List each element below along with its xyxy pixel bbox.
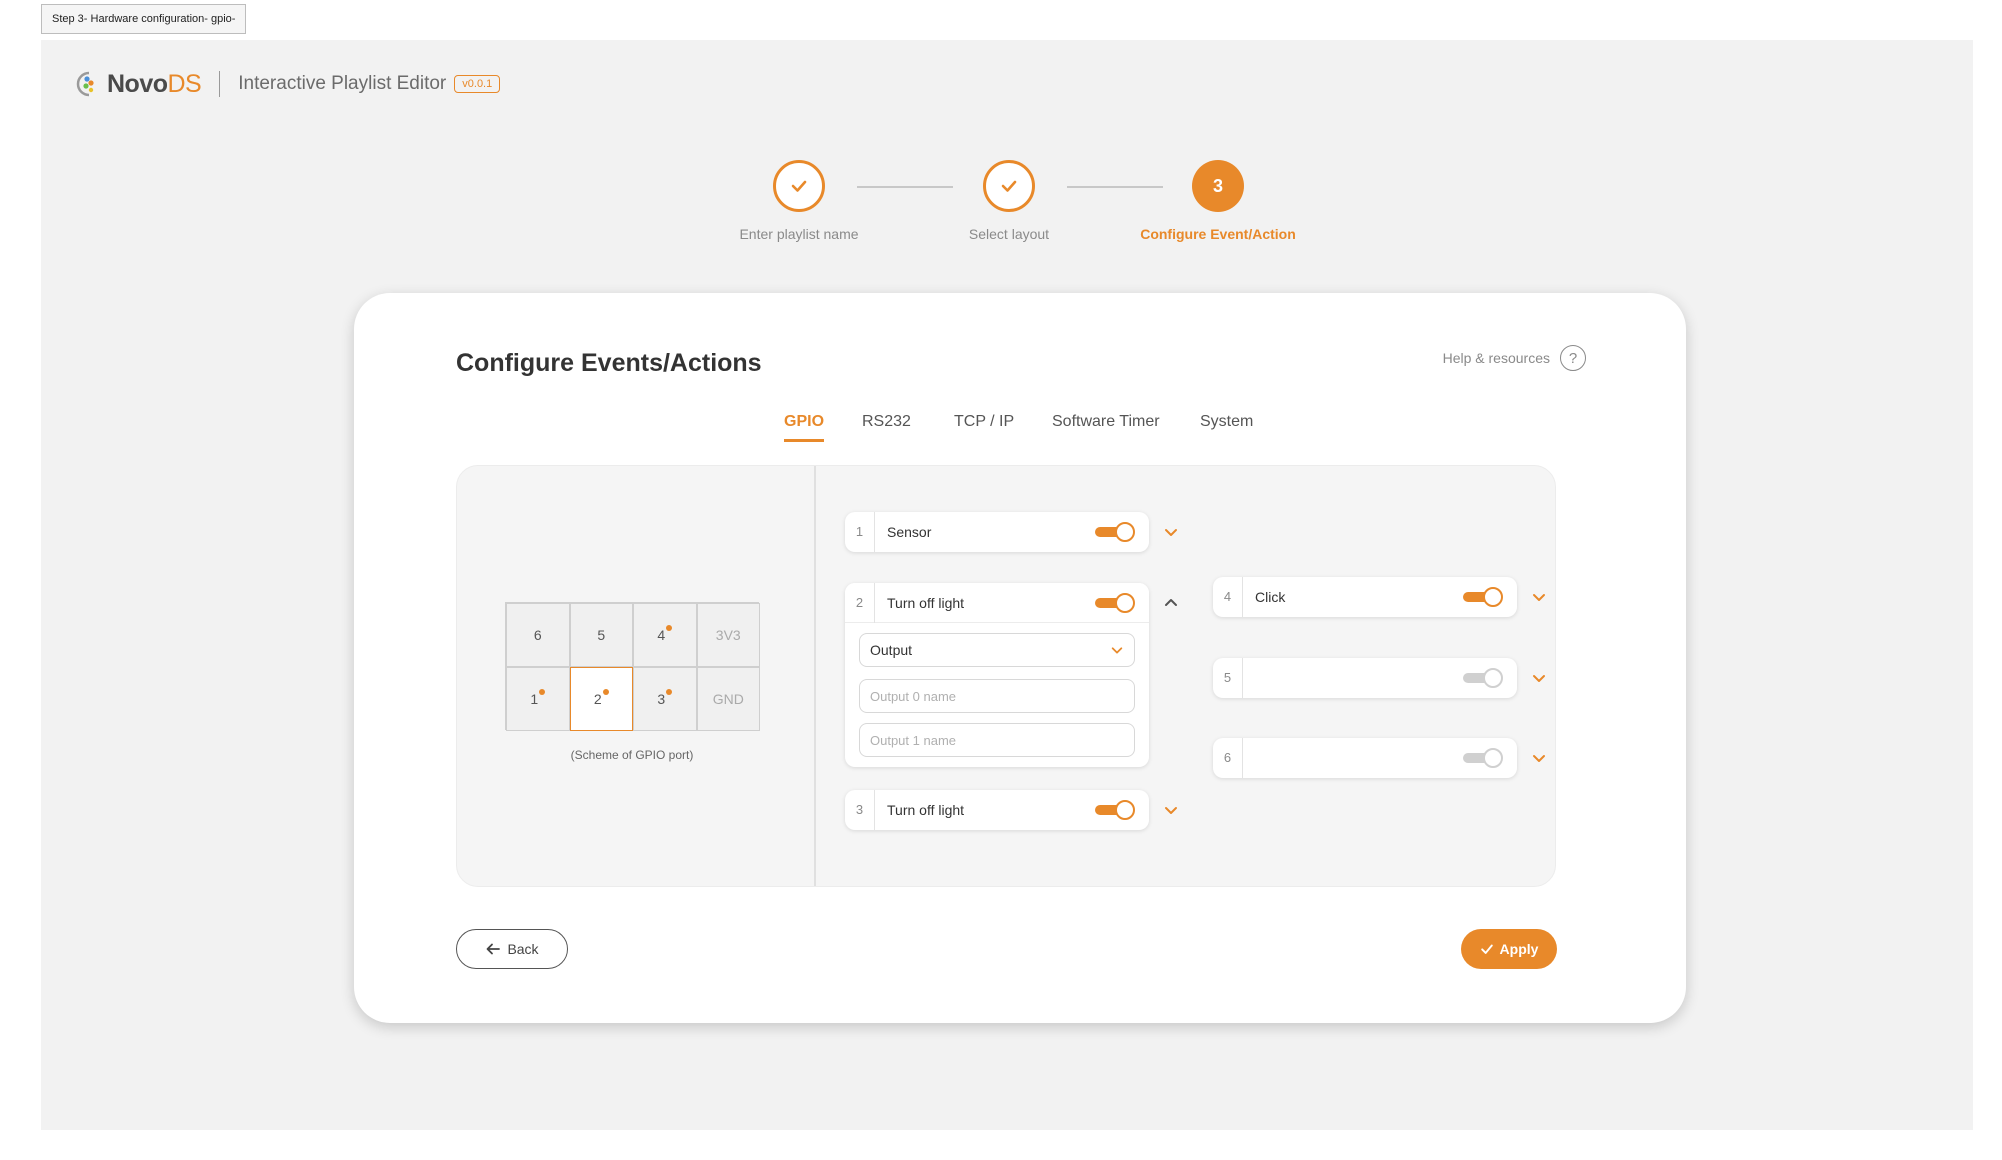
- pin-3[interactable]: 3: [633, 667, 697, 731]
- gpio-item-2: 2 Turn off light Output: [845, 582, 1177, 767]
- gpio-number: 6: [1213, 738, 1243, 778]
- event-tabs: GPIO RS232 TCP / IP Software Timer Syste…: [354, 413, 1686, 449]
- chevron-down-icon[interactable]: [1531, 670, 1547, 686]
- gpio-panel: 6 5 4 3V3 1 2 3 GND (Scheme of GPIO port…: [456, 465, 1556, 887]
- gpio-enable-toggle[interactable]: [1095, 800, 1135, 820]
- gpio-enable-toggle[interactable]: [1095, 592, 1135, 613]
- back-button[interactable]: Back: [456, 929, 568, 969]
- tab-rs232[interactable]: RS232: [862, 413, 911, 439]
- step-complete-indicator: [773, 160, 825, 212]
- gpio-item-4: 4 Click: [1213, 577, 1545, 617]
- gpio-mode-select[interactable]: Output: [859, 633, 1135, 667]
- panel-divider: [814, 466, 816, 886]
- step-select-layout[interactable]: Select layout: [909, 160, 1109, 242]
- gpio-name: Click: [1255, 589, 1286, 605]
- gpio-item-6: 6: [1213, 738, 1545, 778]
- pin-3v3: 3V3: [696, 603, 760, 667]
- step-label: Select layout: [968, 226, 1050, 242]
- gpio-enable-toggle[interactable]: [1463, 748, 1503, 768]
- gpio-item-5: 5: [1213, 658, 1545, 698]
- pin-4[interactable]: 4: [633, 603, 697, 667]
- brand-header: NovoDS Interactive Playlist Editor v0.0.…: [75, 66, 501, 102]
- scheme-caption: (Scheme of GPIO port): [570, 748, 694, 762]
- pin-gnd: GND: [696, 667, 760, 731]
- pin-2[interactable]: 2: [569, 667, 633, 731]
- check-icon: [1480, 944, 1493, 954]
- pin-5[interactable]: 5: [569, 603, 633, 667]
- configure-card: Configure Events/Actions Help & resource…: [354, 293, 1686, 1023]
- gpio-expanded-panel: 2 Turn off light Output: [845, 582, 1149, 767]
- gpio-enable-toggle[interactable]: [1463, 587, 1503, 607]
- frame-label: Step 3- Hardware configuration- gpio-: [41, 4, 247, 34]
- pin-active-dot: [666, 689, 673, 695]
- novods-logo-icon: [76, 71, 94, 97]
- pin-6[interactable]: 6: [506, 603, 570, 667]
- gpio-name: Turn off light: [887, 802, 965, 818]
- gpio-mode-value: Output: [870, 642, 913, 658]
- gpio-row[interactable]: 4 Click: [1213, 577, 1517, 617]
- pin-active-dot: [539, 689, 546, 695]
- apply-button-label: Apply: [1499, 941, 1539, 957]
- gpio-number: 2: [845, 582, 875, 623]
- chevron-down-icon[interactable]: [1163, 524, 1179, 540]
- gpio-row[interactable]: 5: [1213, 658, 1517, 698]
- tab-tcp-ip[interactable]: TCP / IP: [954, 413, 1014, 439]
- apply-button[interactable]: Apply: [1461, 929, 1557, 969]
- gpio-port-scheme: 6 5 4 3V3 1 2 3 GND (Scheme of GPIO port…: [505, 602, 760, 762]
- gpio-name: Sensor: [887, 524, 932, 540]
- output-1-name-field[interactable]: [859, 723, 1135, 757]
- gpio-number: 4: [1213, 577, 1243, 617]
- chevron-down-icon[interactable]: [1531, 750, 1547, 766]
- check-icon: [1001, 180, 1017, 192]
- question-icon: ?: [1560, 345, 1586, 371]
- brand-name: NovoDS: [107, 69, 202, 98]
- step-enter-playlist-name[interactable]: Enter playlist name: [699, 160, 899, 242]
- gpio-number: 1: [845, 512, 875, 552]
- gpio-row[interactable]: 3 Turn off light: [845, 790, 1149, 830]
- gpio-enable-toggle[interactable]: [1463, 668, 1503, 688]
- help-label: Help & resources: [1442, 350, 1550, 366]
- progress-stepper: Enter playlist name Select layout 3 Conf…: [41, 160, 1973, 250]
- gpio-item-3: 3 Turn off light: [845, 790, 1177, 830]
- chevron-down-icon[interactable]: [1163, 802, 1179, 818]
- app-canvas: NovoDS Interactive Playlist Editor v0.0.…: [41, 40, 1973, 1130]
- back-button-label: Back: [507, 941, 539, 957]
- gpio-number: 5: [1213, 658, 1243, 698]
- page-title: Configure Events/Actions: [456, 349, 762, 377]
- arrow-left-icon: [487, 943, 501, 955]
- check-icon: [791, 180, 807, 192]
- app-title: Interactive Playlist Editor: [238, 73, 447, 94]
- chevron-down-icon[interactable]: [1531, 589, 1547, 605]
- gpio-pin-grid: 6 5 4 3V3 1 2 3 GND: [505, 602, 760, 731]
- gpio-row[interactable]: 2 Turn off light: [845, 582, 1149, 623]
- step-configure-event-action[interactable]: 3 Configure Event/Action: [1118, 160, 1318, 242]
- pin-1[interactable]: 1: [506, 667, 570, 731]
- chevron-up-icon[interactable]: [1163, 595, 1179, 611]
- step-label: Configure Event/Action: [1140, 226, 1296, 242]
- step-number-indicator: 3: [1192, 160, 1244, 212]
- brand-divider: [219, 71, 221, 97]
- gpio-number: 3: [845, 790, 875, 830]
- gpio-row[interactable]: 1 Sensor: [845, 512, 1149, 552]
- gpio-row[interactable]: 6: [1213, 738, 1517, 778]
- pin-active-dot: [602, 689, 609, 695]
- tab-system[interactable]: System: [1200, 413, 1253, 439]
- help-resources-link[interactable]: Help & resources ?: [1443, 345, 1586, 371]
- tab-software-timer[interactable]: Software Timer: [1052, 413, 1160, 439]
- gpio-name: Turn off light: [887, 594, 965, 611]
- gpio-enable-toggle[interactable]: [1095, 522, 1135, 542]
- version-badge: v0.0.1: [454, 75, 501, 93]
- tab-gpio[interactable]: GPIO: [784, 413, 825, 442]
- pin-active-dot: [666, 625, 673, 631]
- output-0-name-field[interactable]: [859, 679, 1135, 713]
- chevron-down-icon: [1111, 647, 1123, 654]
- gpio-item-1: 1 Sensor: [845, 512, 1177, 552]
- step-label: Enter playlist name: [739, 226, 859, 242]
- step-complete-indicator: [983, 160, 1035, 212]
